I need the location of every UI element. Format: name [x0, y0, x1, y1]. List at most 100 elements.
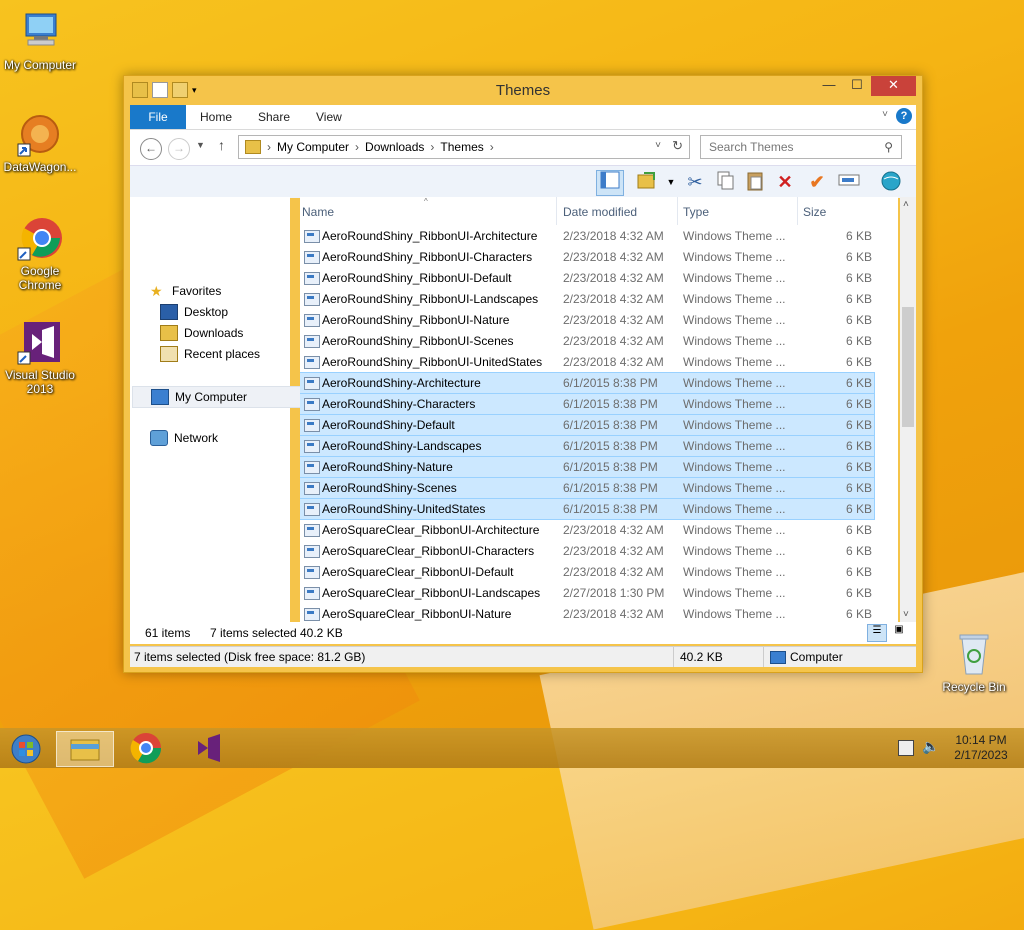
theme-file-icon: [304, 314, 320, 327]
file-row[interactable]: AeroRoundShiny-Default 6/1/2015 8:38 PM Wi…: [300, 414, 875, 436]
desktop-icon-datawagon[interactable]: DataWagon...: [0, 110, 80, 174]
file-explorer-icon: [70, 739, 100, 761]
recent-locations-icon[interactable]: ▼: [196, 140, 205, 150]
cut-icon[interactable]: ✂: [682, 170, 708, 194]
refresh-icon[interactable]: ↻: [672, 138, 683, 154]
forward-button[interactable]: →: [168, 138, 190, 160]
nav-favorites[interactable]: ★ Favorites: [150, 281, 221, 301]
file-row[interactable]: AeroSquareClear_RibbonUI-Nature 2/23/2018…: [300, 604, 874, 622]
scrollbar-thumb[interactable]: [902, 307, 914, 427]
recent-places-icon: [160, 346, 178, 362]
details-view-icon[interactable]: ☰: [867, 624, 887, 642]
paste-icon[interactable]: [742, 170, 768, 194]
file-row[interactable]: AeroRoundShiny-Nature 6/1/2015 8:38 PM Win…: [300, 456, 875, 478]
file-row[interactable]: AeroRoundShiny_RibbonUI-Architecture 2/23…: [300, 226, 874, 246]
expand-ribbon-icon[interactable]: ˅: [882, 109, 888, 120]
nav-item-desktop[interactable]: Desktop: [160, 302, 228, 322]
file-row[interactable]: AeroRoundShiny-Characters 6/1/2015 8:38 P…: [300, 393, 875, 415]
vertical-scrollbar[interactable]: ˄ ˅: [900, 197, 916, 622]
tab-file[interactable]: File: [130, 105, 186, 129]
taskbar-chrome[interactable]: [118, 731, 174, 765]
column-header-size[interactable]: Size: [803, 205, 826, 225]
minimize-button[interactable]: —: [815, 76, 843, 96]
chevron-down-icon[interactable]: ˅: [655, 140, 661, 151]
folder-options-icon[interactable]: [634, 170, 660, 194]
file-row[interactable]: AeroRoundShiny_RibbonUI-Characters 2/23/2…: [300, 247, 874, 267]
clock[interactable]: 10:14 PM 2/17/2023: [944, 733, 1018, 763]
taskbar-visual-studio[interactable]: [180, 731, 236, 765]
file-size: 6 KB: [846, 565, 873, 579]
breadcrumb-item[interactable]: My Computer: [277, 140, 349, 154]
file-row[interactable]: AeroRoundShiny_RibbonUI-Default 2/23/2018…: [300, 268, 874, 288]
search-input[interactable]: Search Themes ⚲: [700, 135, 902, 159]
file-row[interactable]: AeroRoundShiny-UnitedStates 6/1/2015 8:38…: [300, 498, 875, 520]
file-size: 6 KB: [846, 523, 873, 537]
copy-icon[interactable]: [712, 170, 738, 194]
file-row[interactable]: AeroSquareClear_RibbonUI-Architecture 2/2…: [300, 520, 874, 540]
desktop-icon-chrome[interactable]: Google Chrome: [0, 214, 80, 292]
rename-icon[interactable]: [836, 170, 862, 194]
tab-view[interactable]: View: [304, 105, 354, 129]
file-list: ^ Name Date modified Type Size AeroRound…: [300, 197, 898, 622]
title-bar[interactable]: ▾ Themes — ☐ ✕: [124, 76, 922, 104]
file-row[interactable]: AeroRoundShiny_RibbonUI-Scenes 2/23/2018 …: [300, 331, 874, 351]
start-button[interactable]: [0, 731, 50, 765]
theme-file-icon: [304, 398, 320, 411]
scroll-up-icon[interactable]: ˄: [903, 199, 909, 210]
file-date: 2/23/2018 4:32 AM: [563, 355, 664, 369]
file-size: 6 KB: [846, 250, 873, 264]
network-icon: [150, 430, 168, 446]
desktop-icon-recycle-bin[interactable]: Recycle Bin: [934, 630, 1014, 694]
file-row[interactable]: AeroRoundShiny-Architecture 6/1/2015 8:38…: [300, 372, 875, 394]
delete-icon[interactable]: ✕: [772, 170, 798, 194]
back-button[interactable]: ←: [140, 138, 162, 160]
tab-share[interactable]: Share: [246, 105, 302, 129]
taskbar-file-explorer[interactable]: [56, 731, 114, 767]
large-icons-view-icon[interactable]: ▣: [890, 624, 908, 640]
file-type: Windows Theme ...: [683, 607, 786, 621]
nav-item-recent-places[interactable]: Recent places: [160, 344, 260, 364]
column-header-name[interactable]: Name: [302, 205, 334, 225]
address-bar[interactable]: › My Computer › Downloads › Themes › ˅ ↻: [238, 135, 690, 159]
column-header-date-modified[interactable]: Date modified: [563, 205, 637, 225]
volume-icon[interactable]: 🔈: [922, 738, 939, 755]
selected-size: 40.2 KB: [300, 626, 343, 640]
nav-item-downloads[interactable]: Downloads: [160, 323, 243, 343]
file-date: 6/1/2015 8:38 PM: [563, 418, 658, 432]
file-row[interactable]: AeroRoundShiny_RibbonUI-Nature 2/23/2018 …: [300, 310, 874, 330]
chevron-down-icon[interactable]: ▼: [658, 170, 684, 194]
breadcrumb-item[interactable]: Themes: [440, 140, 483, 154]
breadcrumb-item[interactable]: Downloads: [365, 140, 424, 154]
file-name: AeroSquareClear_RibbonUI-Default: [322, 565, 514, 579]
taskbar: 🔈 10:14 PM 2/17/2023: [0, 728, 1024, 768]
globe-icon[interactable]: [878, 170, 904, 194]
checkmark-icon[interactable]: ✔: [804, 170, 830, 194]
file-size: 6 KB: [846, 439, 873, 453]
maximize-button[interactable]: ☐: [843, 76, 871, 96]
file-row[interactable]: AeroRoundShiny_RibbonUI-Landscapes 2/23/2…: [300, 289, 874, 309]
nav-item-my-computer[interactable]: My Computer: [132, 386, 306, 408]
theme-file-icon: [304, 356, 320, 369]
file-row[interactable]: AeroSquareClear_RibbonUI-Characters 2/23/…: [300, 541, 874, 561]
tab-home[interactable]: Home: [188, 105, 244, 129]
downloads-folder-icon: [160, 325, 178, 341]
file-row[interactable]: AeroRoundShiny_RibbonUI-UnitedStates 2/23…: [300, 352, 874, 372]
desktop-icon-my-computer[interactable]: My Computer: [0, 8, 80, 72]
scroll-down-icon[interactable]: ˅: [903, 609, 909, 620]
column-header-type[interactable]: Type: [683, 205, 709, 225]
file-row[interactable]: AeroSquareClear_RibbonUI-Landscapes 2/27/…: [300, 583, 874, 603]
desktop-icon-label: Recycle Bin: [942, 680, 1006, 694]
clock-time: 10:14 PM: [955, 733, 1007, 747]
file-row[interactable]: AeroRoundShiny-Landscapes 6/1/2015 8:38 P…: [300, 435, 875, 457]
help-icon[interactable]: ?: [896, 108, 912, 124]
file-row[interactable]: AeroRoundShiny-Scenes 6/1/2015 8:38 PM Win…: [300, 477, 875, 499]
up-button[interactable]: ↑: [218, 137, 225, 153]
file-size: 6 KB: [846, 271, 873, 285]
preview-pane-icon[interactable]: [596, 170, 624, 196]
search-icon: ⚲: [884, 140, 893, 154]
nav-item-network[interactable]: Network: [150, 428, 218, 448]
network-tray-icon[interactable]: [898, 740, 914, 756]
close-button[interactable]: ✕: [871, 76, 916, 96]
file-row[interactable]: AeroSquareClear_RibbonUI-Default 2/23/201…: [300, 562, 874, 582]
desktop-icon-visual-studio[interactable]: Visual Studio 2013: [0, 318, 80, 396]
